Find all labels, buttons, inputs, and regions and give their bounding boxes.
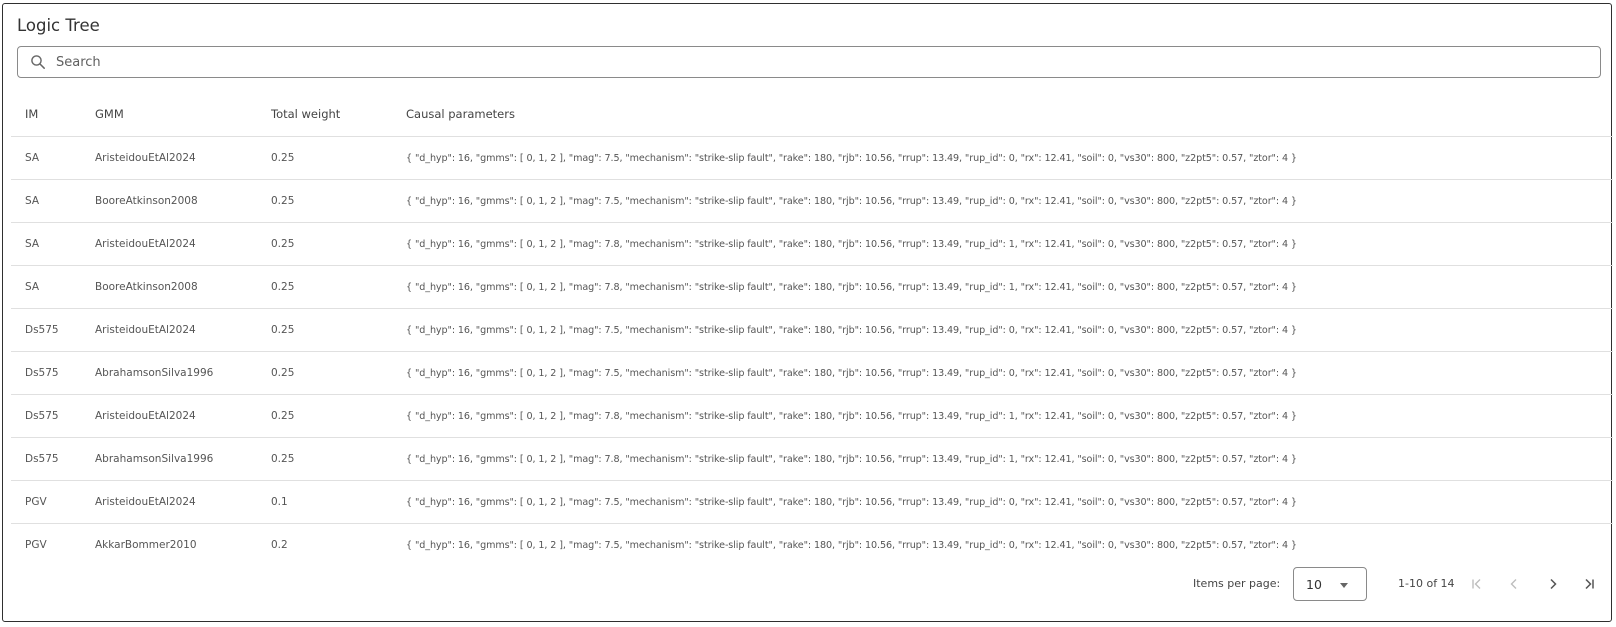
- cell-total-weight: 0.2: [271, 539, 288, 551]
- table-row[interactable]: SA AristeidouEtAl2024 0.25{ "d_hyp": 16, "…: [11, 222, 1613, 266]
- cell-total-weight: 0.25: [257, 308, 392, 352]
- table-row[interactable]: PGV AkkarBommer2010 0.2 { "d_hyp": 16, "gmm…: [11, 524, 1613, 567]
- cell-causal-parameters: { "d_hyp": 16, "gmms": [ 0, 1, 2 ], "mag…: [392, 480, 1613, 524]
- cell-gmm: AbrahamsonSilva1996: [81, 437, 257, 481]
- cell-total-weight: 0.25: [257, 136, 392, 180]
- table-row[interactable]: SA BooreAtkinson2008 0.25{ "d_hyp": 16, "g…: [11, 179, 1613, 223]
- table-row[interactable]: Ds575 AbrahamsonSilva1996 0.25{ "d_hyp": 1…: [11, 351, 1613, 395]
- paginator: Items per page: 10 1-10 of 14: [3, 566, 1613, 602]
- table-row[interactable]: Ds575 AbrahamsonSilva1996 0.25{ "d_hyp": 1…: [11, 437, 1613, 481]
- cell-causal-parameters: { "d_hyp": 16, "gmms": [ 0, 1, 2 ], "mag…: [392, 351, 1613, 395]
- table-row[interactable]: Ds575 AristeidouEtAl2024 0.25{ "d_hyp": 16…: [11, 394, 1613, 438]
- cell-gmm: AbrahamsonSilva1996: [81, 351, 257, 395]
- cell-im: SA: [11, 179, 81, 223]
- cell-im: Ds575: [11, 351, 81, 395]
- cell-total-weight: 0.25: [257, 222, 392, 266]
- cell-gmm: AkkarBommer2010: [95, 539, 197, 551]
- panel-title: Logic Tree: [17, 16, 100, 35]
- table-row[interactable]: PGV AristeidouEtAl2024 0.1{ "d_hyp": 16, "…: [11, 480, 1613, 524]
- cell-causal-parameters: { "d_hyp": 16, "gmms": [ 0, 1, 2 ], "mag…: [392, 437, 1613, 481]
- cell-causal-parameters: { "d_hyp": 16, "gmms": [ 0, 1, 2 ], "mag…: [392, 222, 1613, 266]
- cell-total-weight: 0.25: [257, 394, 392, 438]
- table-row[interactable]: SA AristeidouEtAl2024 0.25{ "d_hyp": 16, "…: [11, 136, 1613, 180]
- logic-tree-panel: Logic Tree IM GMM Total weight Causal pa…: [2, 3, 1613, 622]
- page-range-label: 1-10 of 14: [1398, 577, 1455, 590]
- first-page-icon: [1472, 579, 1481, 589]
- page-size-value: 10: [1306, 577, 1322, 592]
- search-field[interactable]: [17, 46, 1601, 78]
- cell-causal-parameters: { "d_hyp": 16, "gmms": [ 0, 1, 2 ], "mag…: [392, 308, 1613, 352]
- table-body: SA AristeidouEtAl2024 0.25{ "d_hyp": 16, "…: [11, 136, 1613, 567]
- cell-causal-parameters: { "d_hyp": 16, "gmms": [ 0, 1, 2 ], "mag…: [392, 179, 1613, 223]
- cell-im: SA: [11, 136, 81, 180]
- cell-gmm: AristeidouEtAl2024: [81, 136, 257, 180]
- cell-gmm: BooreAtkinson2008: [81, 179, 257, 223]
- cell-im: Ds575: [11, 394, 81, 438]
- cell-causal-parameters: { "d_hyp": 16, "gmms": [ 0, 1, 2 ], "mag…: [392, 394, 1613, 438]
- column-header-causal-parameters[interactable]: Causal parameters: [392, 92, 1613, 137]
- next-page-button[interactable]: [1542, 573, 1564, 595]
- first-page-button[interactable]: [1466, 573, 1488, 595]
- cell-gmm: AristeidouEtAl2024: [81, 394, 257, 438]
- cell-im: Ds575: [11, 437, 81, 481]
- last-page-icon: [1585, 578, 1594, 590]
- cell-im: SA: [11, 265, 81, 309]
- cell-total-weight: 0.25: [257, 437, 392, 481]
- page-size-select[interactable]: 10: [1293, 567, 1367, 601]
- cell-total-weight: 0.25: [257, 265, 392, 309]
- cell-causal-parameters: { "d_hyp": 16, "gmms": [ 0, 1, 2 ], "mag…: [406, 539, 1297, 551]
- table-header-row: IM GMM Total weight Causal parameters: [11, 92, 1613, 137]
- cell-total-weight: 0.25: [257, 351, 392, 395]
- previous-page-button[interactable]: [1503, 573, 1525, 595]
- cell-gmm: AristeidouEtAl2024: [81, 222, 257, 266]
- cell-gmm: BooreAtkinson2008: [81, 265, 257, 309]
- column-header-gmm[interactable]: GMM: [81, 92, 257, 137]
- items-per-page-label: Items per page:: [1193, 577, 1281, 590]
- search-input[interactable]: [54, 48, 1558, 76]
- table-row[interactable]: SA BooreAtkinson2008 0.25{ "d_hyp": 16, "g…: [11, 265, 1613, 309]
- cell-im: PGV: [11, 480, 81, 524]
- cell-im: PGV: [25, 539, 47, 551]
- cell-total-weight: 0.25: [257, 179, 392, 223]
- column-header-im[interactable]: IM: [11, 92, 81, 137]
- next-page-icon: [1550, 578, 1557, 590]
- cell-im: Ds575: [11, 308, 81, 352]
- dropdown-arrow-icon: [1340, 583, 1348, 588]
- table-row[interactable]: Ds575 AristeidouEtAl2024 0.25{ "d_hyp": 16…: [11, 308, 1613, 352]
- cell-gmm: AristeidouEtAl2024: [81, 480, 257, 524]
- cell-total-weight: 0.1: [257, 480, 392, 524]
- cell-causal-parameters: { "d_hyp": 16, "gmms": [ 0, 1, 2 ], "mag…: [392, 136, 1613, 180]
- cell-causal-parameters: { "d_hyp": 16, "gmms": [ 0, 1, 2 ], "mag…: [392, 265, 1613, 309]
- column-header-total-weight[interactable]: Total weight: [257, 92, 392, 137]
- last-page-button[interactable]: [1578, 573, 1600, 595]
- logic-tree-table: IM GMM Total weight Causal parameters SA…: [11, 92, 1613, 566]
- cell-im: SA: [11, 222, 81, 266]
- search-icon: [31, 55, 45, 69]
- cell-gmm: AristeidouEtAl2024: [81, 308, 257, 352]
- previous-page-icon: [1510, 579, 1517, 589]
